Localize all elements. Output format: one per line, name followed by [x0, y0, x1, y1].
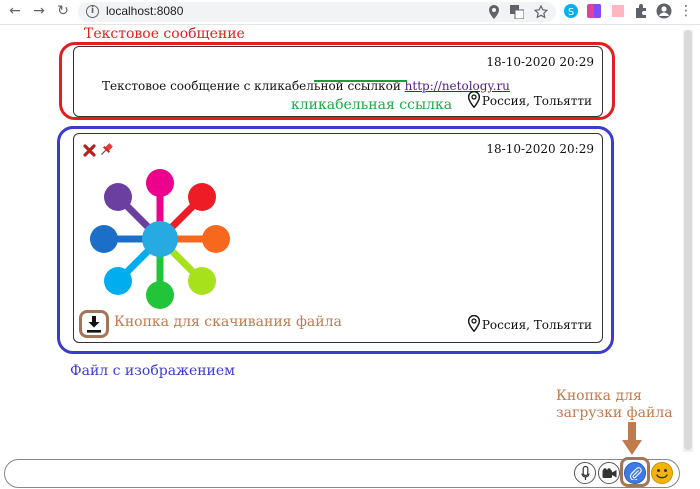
- browser-toolbar: ← → ↻ i localhost:8080 S ⋮: [0, 0, 700, 25]
- annotation-download-button: Кнопка для скачивания файла: [114, 314, 342, 330]
- page-scrollbar[interactable]: [683, 30, 693, 452]
- location-icon[interactable]: [489, 5, 499, 19]
- annotation-upload-button: Кнопка для загрузки файла: [556, 388, 673, 421]
- svg-text:S: S: [568, 7, 574, 18]
- profile-avatar-icon[interactable]: [656, 3, 672, 19]
- scrollbar-thumb[interactable]: [684, 30, 692, 450]
- extension-icon-2[interactable]: [610, 3, 626, 19]
- microphone-icon: [581, 466, 590, 480]
- download-button[interactable]: [79, 310, 109, 338]
- video-camera-icon: [602, 468, 617, 478]
- translate-icon[interactable]: [510, 5, 524, 19]
- emoji-icon: [651, 462, 673, 484]
- bookmark-star-icon[interactable]: [534, 5, 548, 19]
- link-underline-marker: [314, 80, 407, 82]
- audio-record-button[interactable]: [574, 462, 596, 484]
- address-bar[interactable]: i localhost:8080: [78, 2, 556, 22]
- color-spoke-image: [90, 169, 230, 309]
- location-pin-icon: [467, 90, 480, 109]
- annotation-clickable-link: кликабельная ссылка: [291, 97, 453, 113]
- extension-icon[interactable]: [586, 3, 602, 19]
- upload-pointer-arrow: [622, 422, 642, 455]
- site-info-icon[interactable]: i: [86, 5, 99, 18]
- message-date: 18-10-2020 20:29: [486, 142, 594, 156]
- message-geolocation: Россия, Тольятти: [467, 314, 592, 333]
- browser-menu-icon[interactable]: ⋮: [677, 2, 695, 20]
- location-pin-icon: [467, 314, 480, 333]
- message-date: 18-10-2020 20:29: [486, 55, 594, 69]
- upload-file-button[interactable]: [624, 462, 646, 484]
- skype-extension-icon[interactable]: S: [563, 3, 579, 19]
- forward-icon[interactable]: →: [30, 2, 48, 20]
- emoji-button[interactable]: [651, 462, 673, 484]
- delete-icon[interactable]: [83, 144, 96, 157]
- url-text: localhost:8080: [106, 4, 184, 18]
- image-message-card: 18-10-2020 20:29 Россия, Тольятти: [73, 133, 603, 343]
- message-geolocation: Россия, Тольятти: [467, 90, 592, 109]
- download-icon: [87, 316, 101, 333]
- attach-icon: [629, 467, 642, 480]
- video-record-button[interactable]: [598, 462, 620, 484]
- annotation-image-file: Файл с изображением: [70, 363, 236, 379]
- back-icon[interactable]: ←: [6, 2, 24, 20]
- message-text: Текстовое сообщение с кликабельной ссылк…: [102, 79, 510, 93]
- extensions-puzzle-icon[interactable]: [633, 3, 649, 19]
- reload-icon[interactable]: ↻: [54, 2, 72, 20]
- pin-icon[interactable]: [99, 142, 114, 157]
- annotation-text-message: Текстовое сообщение: [84, 26, 245, 42]
